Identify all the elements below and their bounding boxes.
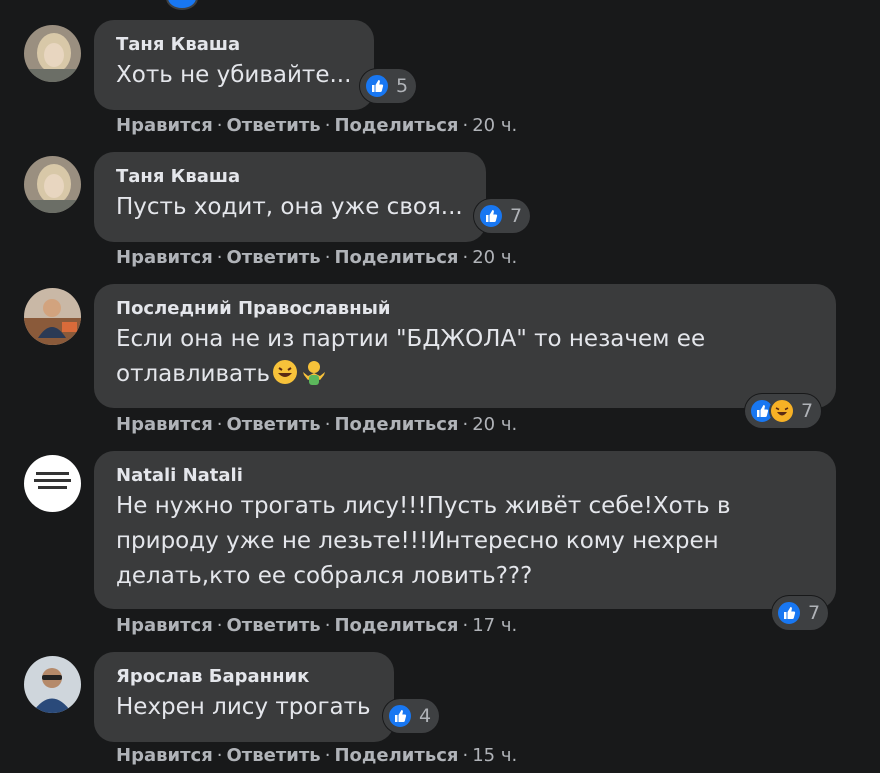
share-button[interactable]: Поделиться [334, 745, 458, 766]
like-icon [364, 73, 390, 99]
comment-author[interactable]: Natali Natali [116, 465, 814, 487]
reactions-badge[interactable]: 7 [772, 596, 829, 630]
reaction-count: 7 [808, 602, 821, 624]
share-button[interactable]: Поделиться [334, 247, 458, 268]
comment-author[interactable]: Таня Кваша [116, 166, 464, 188]
comment-text: Если она не из партии "БДЖОЛА" то незаче… [116, 326, 706, 387]
share-button[interactable]: Поделиться [334, 414, 458, 435]
reply-button[interactable]: Ответить [227, 615, 321, 636]
avatar[interactable] [24, 656, 81, 713]
like-button[interactable]: Нравится [116, 615, 213, 636]
avatar[interactable] [24, 25, 81, 82]
reactions-badge[interactable]: 7 [474, 199, 531, 233]
share-button[interactable]: Поделиться [334, 615, 458, 636]
avatar[interactable] [24, 455, 81, 512]
comment-author[interactable]: Таня Кваша [116, 34, 352, 56]
comment-actions: Нравится · Ответить · Поделиться · 20 ч. [116, 115, 518, 136]
comment-bubble: Таня Кваша Хоть не убивайте... [94, 20, 374, 110]
reaction-count: 5 [396, 75, 409, 97]
grinning-emoji-icon [272, 359, 298, 385]
like-button[interactable]: Нравится [116, 414, 213, 435]
comment-timestamp[interactable]: 20 ч. [472, 247, 517, 268]
comment-text: Нехрен лису трогать [116, 694, 371, 720]
reply-button[interactable]: Ответить [227, 414, 321, 435]
comment-author[interactable]: Ярослав Баранник [116, 666, 372, 688]
reactions-badge[interactable]: 5 [360, 69, 417, 103]
comment-bubble: Ярослав Баранник Нехрен лису трогать [94, 652, 394, 742]
like-icon [387, 703, 413, 729]
comment-timestamp[interactable]: 20 ч. [472, 414, 517, 435]
like-button[interactable]: Нравится [116, 745, 213, 766]
like-button[interactable]: Нравится [116, 115, 213, 136]
shrug-emoji-icon [300, 358, 328, 386]
reply-button[interactable]: Ответить [227, 247, 321, 268]
share-button[interactable]: Поделиться [334, 115, 458, 136]
reply-button[interactable]: Ответить [227, 745, 321, 766]
haha-icon [769, 398, 795, 424]
reaction-count: 4 [419, 705, 432, 727]
avatar[interactable] [24, 156, 81, 213]
comment-timestamp[interactable]: 17 ч. [472, 615, 517, 636]
comment-bubble: Последний Православный Если она не из па… [94, 284, 836, 408]
reaction-count: 7 [510, 205, 523, 227]
comment-actions: Нравится · Ответить · Поделиться · 20 ч. [116, 247, 518, 268]
reactions-badge[interactable]: 7 [745, 394, 822, 428]
comment-text: Хоть не убивайте... [116, 62, 352, 88]
comment-text: Не нужно трогать лису!!!Пусть живёт себе… [116, 493, 731, 589]
like-icon [478, 203, 504, 229]
reactions-badge[interactable]: 4 [383, 699, 440, 733]
comment-actions: Нравится · Ответить · Поделиться · 17 ч. [116, 615, 518, 636]
reaction-icon-partial [166, 0, 198, 10]
avatar[interactable] [24, 288, 81, 345]
comment-bubble: Natali Natali Не нужно трогать лису!!!Пу… [94, 451, 836, 609]
like-button[interactable]: Нравится [116, 247, 213, 268]
like-icon [776, 600, 802, 626]
comment-timestamp[interactable]: 20 ч. [472, 115, 517, 136]
reply-button[interactable]: Ответить [227, 115, 321, 136]
comment-feed: Таня Кваша Хоть не убивайте... 5 Нравитс… [0, 0, 880, 773]
reaction-count: 7 [801, 400, 814, 422]
comment-timestamp[interactable]: 15 ч. [472, 745, 517, 766]
comment-actions: Нравится · Ответить · Поделиться · 20 ч. [116, 414, 518, 435]
comment-text: Пусть ходит, она уже своя... [116, 194, 463, 220]
comment-actions: Нравится · Ответить · Поделиться · 15 ч. [116, 745, 518, 766]
comment-author[interactable]: Последний Православный [116, 298, 814, 320]
comment-bubble: Таня Кваша Пусть ходит, она уже своя... [94, 152, 486, 242]
